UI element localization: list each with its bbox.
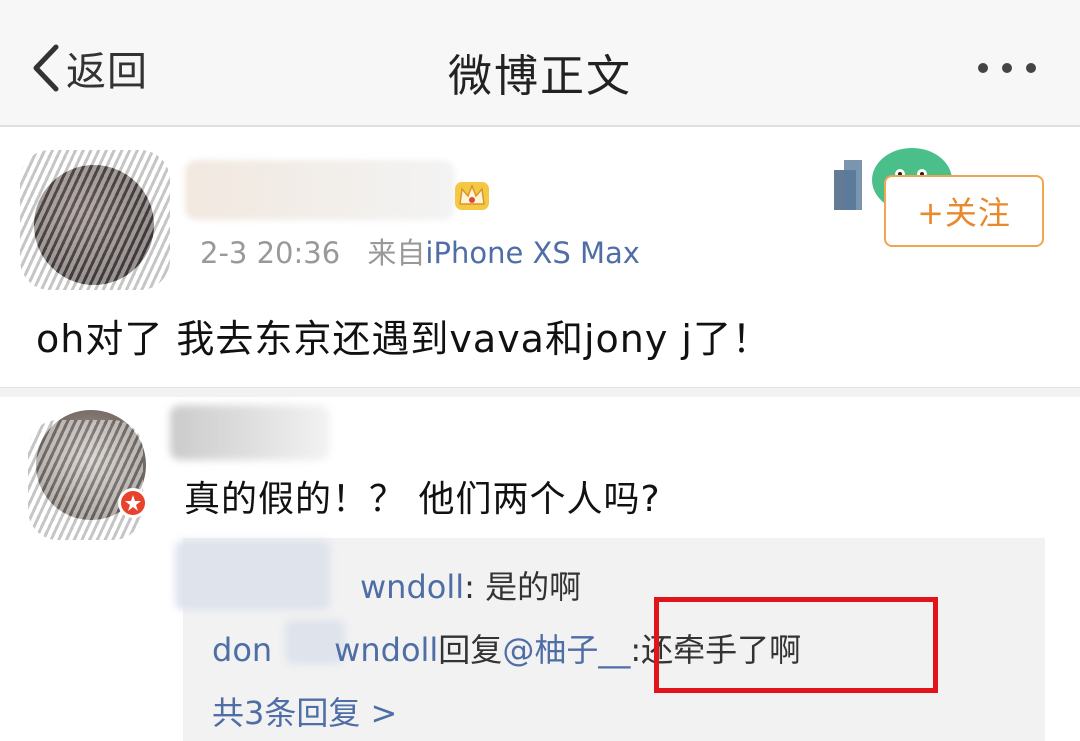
censor-scribble [20, 150, 170, 290]
censor-scribble [28, 420, 143, 540]
post-timestamp: 2-3 20:36 [200, 236, 341, 270]
more-dots-icon[interactable] [978, 50, 1058, 86]
page-title: 微博正文 [448, 51, 632, 102]
crown-badge-icon [455, 182, 489, 210]
post-body: oh对了 我去东京还遇到vava和jony j了！ [36, 317, 771, 361]
navigation-bar: 返回 微博正文 [0, 0, 1080, 127]
more-replies-link[interactable]: 共3条回复 > [212, 688, 397, 734]
reply-username[interactable]: wndoll [334, 631, 438, 669]
reply-text: 是的啊 [485, 568, 582, 606]
verified-badge-icon [118, 488, 148, 518]
section-divider [0, 387, 1080, 397]
reply-separator: : [630, 631, 642, 669]
reply-username[interactable]: wndoll [360, 568, 464, 606]
commenter-name-redacted[interactable] [170, 405, 330, 460]
reply-username-prefix[interactable]: don [212, 631, 272, 669]
reply-action: 回复 [438, 631, 503, 669]
reply-separator: : [464, 568, 486, 606]
source-link[interactable]: iPhone XS Max [425, 236, 640, 270]
post-meta: 2-3 20:36 来自iPhone XS Max [200, 230, 640, 272]
author-name-redacted[interactable] [185, 160, 455, 220]
highlight-annotation [654, 597, 938, 693]
source-prefix: 来自 [367, 236, 426, 270]
reply-mention[interactable]: @柚子__ [502, 631, 630, 669]
dot [1002, 63, 1012, 73]
dot [1026, 63, 1036, 73]
follow-button[interactable]: +关注 [884, 175, 1044, 247]
dot [978, 63, 988, 73]
comment-body: 真的假的！？ 他们两个人吗? [184, 479, 661, 520]
reply-item: wndoll: 是的啊 [210, 562, 581, 608]
